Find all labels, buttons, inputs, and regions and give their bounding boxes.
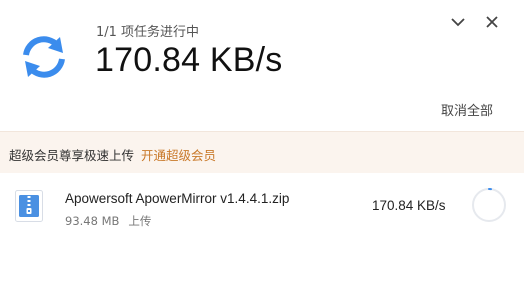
upload-panel: 1/1 项任务进行中 170.84 KB/s 取消全部 超级会员尊享极速上传 开…: [0, 0, 524, 288]
sync-icon: [15, 28, 73, 86]
cancel-all-button[interactable]: 取消全部: [441, 100, 493, 119]
total-speed: 170.84 KB/s: [95, 41, 283, 79]
file-meta: 93.48 MB 上传: [65, 213, 151, 229]
task-status: 1/1 项任务进行中: [96, 25, 200, 40]
promo-text: 超级会员尊享极速上传: [9, 148, 135, 163]
progress-ring[interactable]: [470, 186, 508, 224]
zip-file-icon: [15, 190, 43, 222]
file-name: Apowersoft ApowerMirror v1.4.4.1.zip: [65, 191, 290, 206]
file-speed: 170.84 KB/s: [372, 198, 446, 213]
close-button[interactable]: [482, 12, 502, 32]
file-size: 93.48 MB: [65, 214, 120, 228]
panel-header: 1/1 项任务进行中 170.84 KB/s 取消全部: [0, 0, 524, 131]
close-icon: [486, 16, 498, 28]
file-status: 上传: [128, 214, 152, 228]
upload-item[interactable]: Apowersoft ApowerMirror v1.4.4.1.zip 93.…: [0, 173, 524, 243]
chevron-down-icon: [451, 18, 465, 27]
upgrade-link[interactable]: 开通超级会员: [141, 145, 216, 164]
collapse-button[interactable]: [448, 12, 468, 32]
promo-bar: 超级会员尊享极速上传 开通超级会员: [0, 131, 524, 173]
